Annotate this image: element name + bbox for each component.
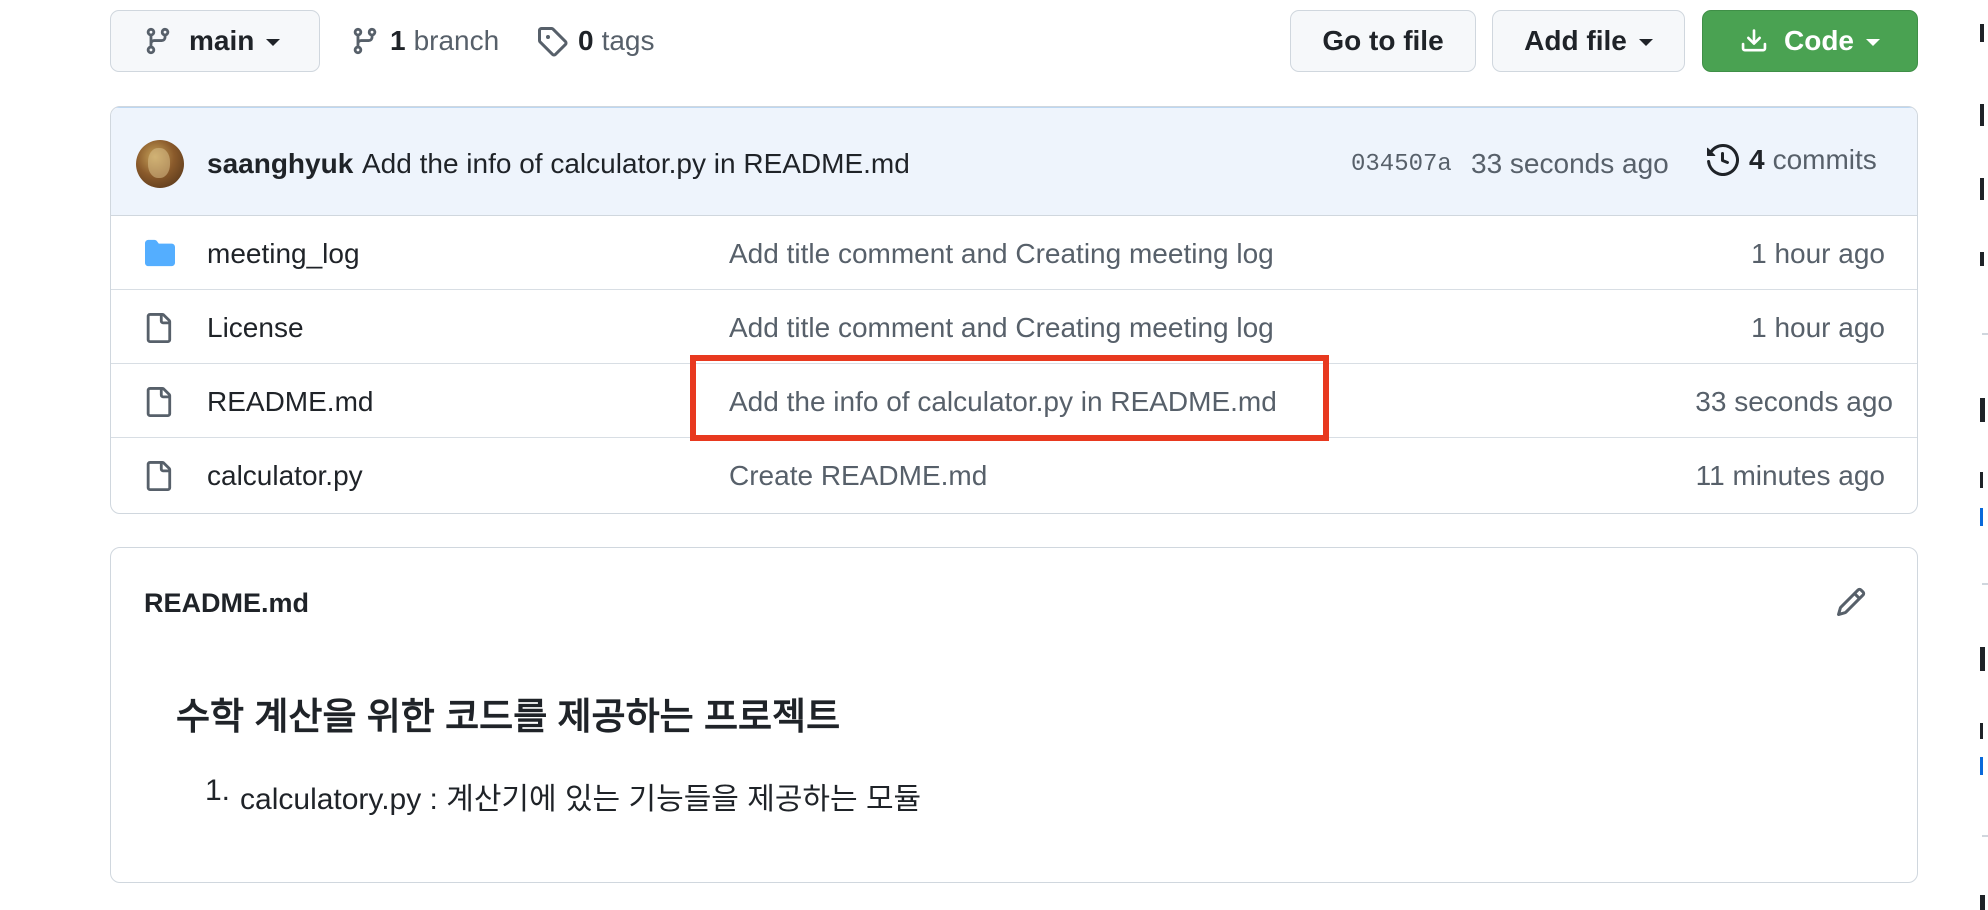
avatar[interactable] [136,140,184,188]
sidebar-fragment [1980,508,1983,526]
file-icon [146,461,172,491]
commits-history-link[interactable]: 4 commits [1707,144,1877,176]
sidebar-fragment [1980,252,1984,266]
file-time: 1 hour ago [1751,312,1885,343]
file-time: 11 minutes ago [1695,460,1885,491]
code-label: Code [1784,25,1854,56]
file-name-link[interactable]: calculator.py [207,460,363,492]
git-branch-icon [146,27,170,55]
file-icon [146,387,172,417]
repo-toolbar: main 1 branch 0 tags Go to file Add file… [110,10,1918,74]
chevron-down-icon [1866,39,1880,46]
git-branch-icon [353,27,377,55]
file-name-link[interactable]: License [207,312,304,344]
latest-commit-bar: saanghyuk Add the info of calculator.py … [111,107,1917,216]
commits-label: commits [1772,144,1877,175]
add-file-label: Add file [1524,25,1627,56]
readme-title: README.md [144,588,310,618]
sidebar-fragment [1980,895,1985,910]
sidebar-fragment [1980,178,1984,200]
branches-label: branch [413,25,500,56]
sidebar-fragment [1980,104,1984,126]
folder-icon [145,239,175,267]
sidebar-fragment [1980,647,1985,671]
history-icon [1707,144,1739,176]
file-commit-link[interactable]: Add the info of calculator.py in README.… [729,386,1277,418]
file-row-meeting-log: meeting_log Add title comment and Creati… [111,216,1917,290]
download-icon [1741,29,1767,52]
commits-count: 4 [1749,144,1765,175]
branch-name: main [189,25,255,56]
file-time: 33 seconds ago [1695,386,1893,417]
tags-link[interactable]: 0 tags [536,10,655,72]
sidebar-fragment [1980,24,1984,42]
repo-page: main 1 branch 0 tags Go to file Add file… [0,0,1988,910]
commit-sha-link[interactable]: 034507a [1351,151,1452,178]
go-to-file-label: Go to file [1322,25,1444,56]
file-row-license: License Add title comment and Creating m… [111,290,1917,364]
right-sidebar-cropped [1976,0,1988,910]
commit-time: 33 seconds ago [1471,148,1669,179]
file-commit-link[interactable]: Add title comment and Creating meeting l… [729,312,1274,344]
tag-icon [538,27,568,57]
file-time: 1 hour ago [1751,238,1885,269]
file-list-box: saanghyuk Add the info of calculator.py … [110,106,1918,514]
chevron-down-icon [1638,39,1653,46]
file-commit-link[interactable]: Add title comment and Creating meeting l… [729,238,1274,270]
list-text: calculatory.py : 계산기에 있는 기능들을 제공하는 모듈 [240,783,922,816]
branch-selector-button[interactable]: main [110,10,320,72]
code-button[interactable]: Code [1702,10,1918,72]
sidebar-fragment [1980,723,1983,739]
readme-list-item: 1. calculatory.py : 계산기에 있는 기능들을 제공하는 모듈 [205,774,921,818]
file-icon [146,313,172,343]
sidebar-divider [1982,333,1988,335]
tags-count: 0 [578,25,594,56]
sidebar-divider [1982,835,1988,837]
file-row-readme: README.md Add the info of calculator.py … [111,364,1917,438]
list-number: 1. [205,774,231,807]
pencil-icon[interactable] [1835,586,1867,618]
file-name-link[interactable]: README.md [207,386,373,418]
file-commit-link[interactable]: Create README.md [729,460,987,492]
branches-link[interactable]: 1 branch [350,10,499,72]
chevron-down-icon [266,39,281,46]
go-to-file-button[interactable]: Go to file [1290,10,1476,72]
sidebar-fragment [1980,472,1983,488]
readme-box: README.md 수학 계산을 위한 코드를 제공하는 프로젝트 1. cal… [110,547,1918,883]
readme-heading: 수학 계산을 위한 코드를 제공하는 프로젝트 [176,696,841,737]
branches-count: 1 [390,25,406,56]
tags-label: tags [601,25,655,56]
sidebar-fragment [1980,398,1985,422]
commit-author-link[interactable]: saanghyuk [207,148,353,180]
commit-message-link[interactable]: Add the info of calculator.py in README.… [362,148,910,180]
add-file-button[interactable]: Add file [1492,10,1685,72]
file-row-calculator: calculator.py Create README.md 11 minute… [111,438,1917,512]
file-name-link[interactable]: meeting_log [207,238,360,270]
sidebar-divider [1982,583,1988,585]
sidebar-fragment [1980,757,1983,775]
